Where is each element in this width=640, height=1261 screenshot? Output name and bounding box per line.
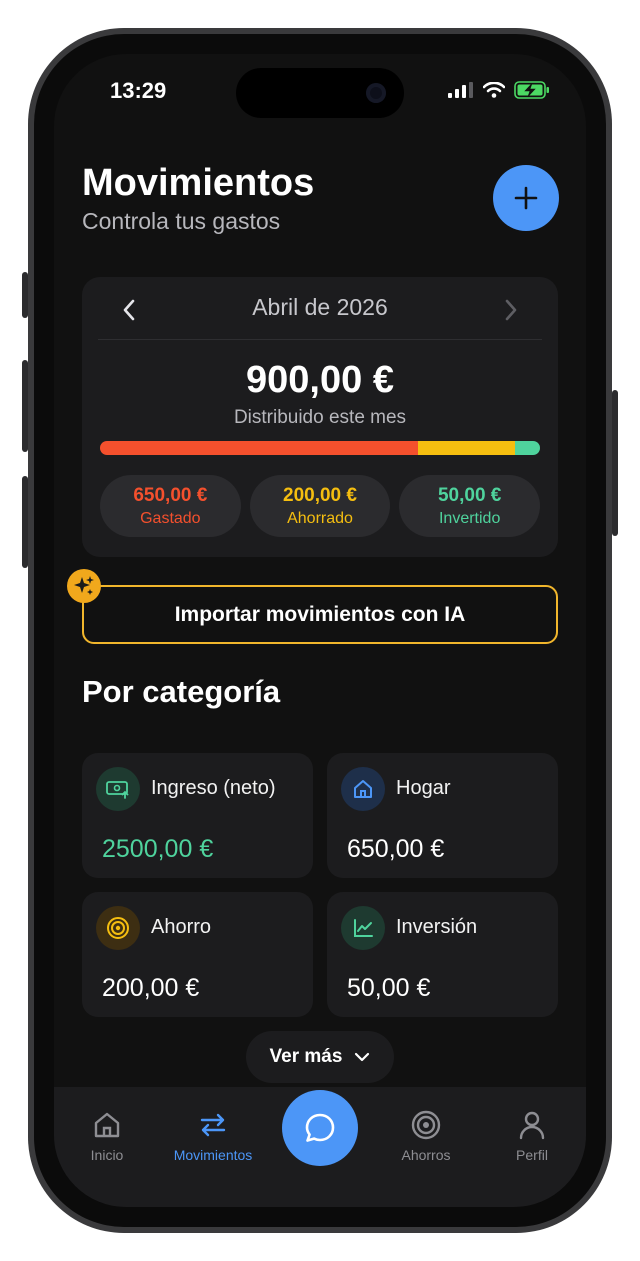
category-value: 200,00 € bbox=[102, 974, 200, 1002]
chevron-down-icon bbox=[355, 1052, 370, 1062]
tab-movimientos[interactable]: Movimientos bbox=[163, 1109, 263, 1163]
page-subtitle: Controla tus gastos bbox=[82, 208, 281, 234]
tab-label: Inicio bbox=[90, 1147, 124, 1163]
pill-amount: 50,00 € bbox=[437, 484, 502, 506]
total-amount: 900,00 € bbox=[246, 359, 394, 401]
category-card-ahorro[interactable]: Ahorro 200,00 € bbox=[82, 892, 313, 1017]
category-name: Inversión bbox=[396, 916, 478, 938]
tab-label: Perfil bbox=[516, 1147, 548, 1163]
plus-icon bbox=[514, 186, 538, 210]
user-icon bbox=[519, 1111, 545, 1140]
category-value: 650,00 € bbox=[347, 835, 445, 863]
category-value: 2500,00 € bbox=[102, 835, 214, 863]
tab-label: Movimientos bbox=[173, 1147, 253, 1163]
category-card-inversion[interactable]: Inversión 50,00 € bbox=[327, 892, 558, 1017]
arrows-swap-icon bbox=[200, 1113, 226, 1137]
category-card-ingreso[interactable]: Ingreso (neto) 2500,00 € bbox=[82, 753, 313, 878]
action-button bbox=[22, 272, 28, 318]
pill-amount: 650,00 € bbox=[133, 484, 208, 506]
category-name: Hogar bbox=[396, 777, 451, 799]
money-icon bbox=[96, 767, 140, 811]
signal-icon bbox=[448, 82, 473, 98]
camera-icon bbox=[366, 83, 386, 103]
tab-inicio[interactable]: Inicio bbox=[57, 1109, 157, 1163]
section-title: Por categoría bbox=[82, 674, 281, 709]
distribution-bar bbox=[100, 441, 540, 455]
category-card-hogar[interactable]: Hogar 650,00 € bbox=[327, 753, 558, 878]
category-name: Ahorro bbox=[151, 916, 212, 938]
chevron-right-icon bbox=[505, 299, 517, 321]
tab-label: Ahorros bbox=[401, 1147, 451, 1163]
import-ai-button[interactable]: Importar movimientos con IA bbox=[82, 585, 558, 644]
distribution-pills: 650,00 € Gastado 200,00 € Ahorrado 50,00… bbox=[100, 475, 541, 537]
bar-segment-gastado bbox=[100, 441, 418, 455]
sparkles-icon bbox=[67, 569, 101, 603]
target-icon bbox=[96, 906, 140, 950]
pill-gastado[interactable]: 650,00 € Gastado bbox=[100, 475, 241, 537]
month-summary-card: Abril de 2026 900,00 € Distribuido este … bbox=[82, 277, 558, 557]
battery-charging-icon bbox=[514, 81, 549, 99]
tab-perfil[interactable]: Perfil bbox=[482, 1109, 582, 1163]
chat-bubble-icon bbox=[305, 1113, 335, 1142]
see-more-button[interactable]: Ver más bbox=[246, 1031, 394, 1083]
divider bbox=[98, 339, 542, 340]
home-icon bbox=[94, 1112, 120, 1138]
dynamic-island bbox=[236, 68, 404, 118]
next-month-button[interactable] bbox=[502, 297, 520, 328]
wifi-icon bbox=[483, 82, 505, 98]
pill-invertido[interactable]: 50,00 € Invertido bbox=[399, 475, 541, 537]
pill-amount: 200,00 € bbox=[283, 484, 357, 506]
category-value: 50,00 € bbox=[347, 974, 431, 1002]
see-more-label: Ver más bbox=[269, 1046, 343, 1067]
pill-label: Gastado bbox=[140, 509, 201, 527]
chat-assistant-button[interactable] bbox=[282, 1090, 358, 1166]
category-name: Ingreso (neto) bbox=[151, 777, 276, 799]
status-icons bbox=[448, 81, 550, 99]
pill-ahorrado[interactable]: 200,00 € Ahorrado bbox=[249, 475, 391, 537]
bar-segment-ahorrado bbox=[417, 441, 516, 455]
month-label: Abril de 2026 bbox=[252, 294, 388, 320]
pill-label: Invertido bbox=[438, 509, 501, 527]
chart-line-icon bbox=[341, 906, 385, 950]
total-label: Distribuido este mes bbox=[233, 407, 407, 428]
home-icon bbox=[341, 767, 385, 811]
tab-ahorros[interactable]: Ahorros bbox=[376, 1109, 476, 1163]
add-movement-button[interactable] bbox=[493, 165, 559, 231]
volume-down-button bbox=[22, 476, 28, 568]
screen: 13:29 Movimientos Controla tus gastos Ab… bbox=[54, 54, 586, 1207]
power-button bbox=[612, 390, 618, 536]
pill-label: Ahorrado bbox=[287, 509, 353, 527]
status-time: 13:29 bbox=[110, 78, 167, 103]
target-icon bbox=[411, 1110, 441, 1140]
page-title: Movimientos bbox=[82, 162, 315, 204]
bar-segment-invertido bbox=[515, 441, 540, 455]
volume-up-button bbox=[22, 360, 28, 452]
